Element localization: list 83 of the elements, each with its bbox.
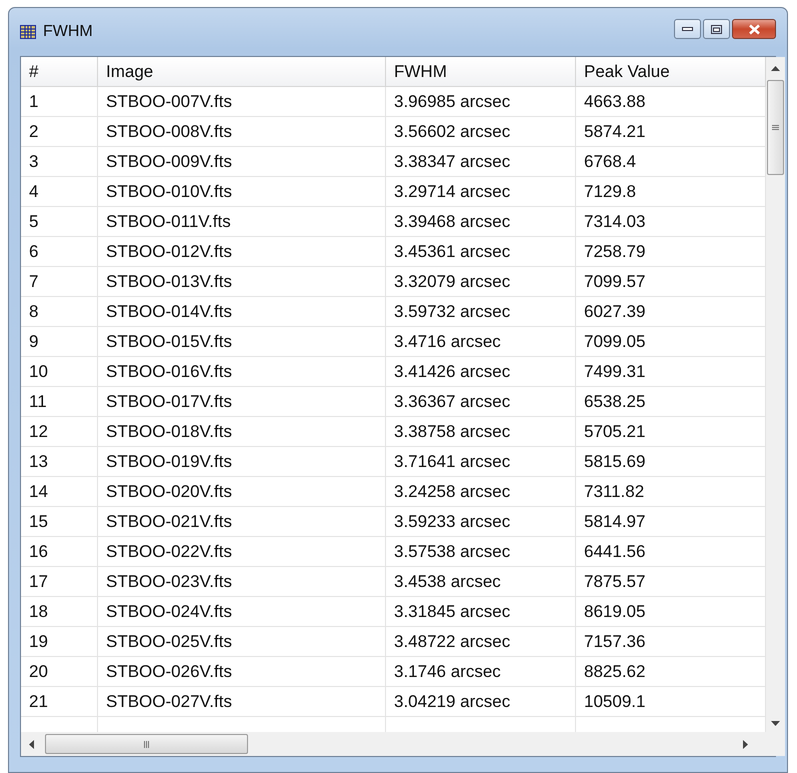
table-cell: STBOO-012V.fts [98,237,386,267]
scroll-down-icon[interactable] [771,721,780,726]
table-cell: 3.4716 arcsec [386,327,576,357]
table-cell: 16 [21,537,98,567]
table-cell: 3.39468 arcsec [386,207,576,237]
table-cell: 7 [21,267,98,297]
table-cell: 4 [21,177,98,207]
table-cell: 6 [21,237,98,267]
table-cell: STBOO-020V.fts [98,477,386,507]
table-cell: 9 [21,327,98,357]
table-cell: STBOO-027V.fts [98,687,386,717]
scroll-left-icon[interactable] [29,740,34,748]
table-cell: STBOO-017V.fts [98,387,386,417]
table-cell: 1 [21,87,98,117]
table-cell: 3.96985 arcsec [386,87,576,117]
table-cell: STBOO-019V.fts [98,447,386,477]
maximize-icon [711,24,722,34]
table-cell: 3.32079 arcsec [386,267,576,297]
table-cell: 11 [21,387,98,417]
column-header[interactable]: Image [98,57,386,87]
column-header[interactable]: # [21,57,98,87]
column-header[interactable]: Peak Value [576,57,766,87]
close-icon [748,24,760,34]
table-cell: 3.1746 arcsec [386,657,576,687]
scroll-thumb[interactable] [767,80,784,175]
table-cell: 2 [21,117,98,147]
table-cell: 14 [21,477,98,507]
table-cell: 19 [21,627,98,657]
table-cell: 5 [21,207,98,237]
table-cell: STBOO-013V.fts [98,267,386,297]
table-cell: 8 [21,297,98,327]
table-cell: 3.48722 arcsec [386,627,576,657]
table-icon [20,25,36,39]
close-button[interactable] [732,19,776,39]
grip-icon [143,740,150,748]
table-cell: 18 [21,597,98,627]
table-cell: STBOO-018V.fts [98,417,386,447]
table-cell: 3.38347 arcsec [386,147,576,177]
minimize-button[interactable] [674,19,701,39]
table-cell: 17 [21,567,98,597]
table-cell: STBOO-007V.fts [98,87,386,117]
table-cell: 3.04219 arcsec [386,687,576,717]
table-cell: 15 [21,507,98,537]
table-cell: 3.24258 arcsec [386,477,576,507]
table-cell: 3.59732 arcsec [386,297,576,327]
table-cell: STBOO-009V.fts [98,147,386,177]
table-cell: 13 [21,447,98,477]
table-cell: STBOO-022V.fts [98,537,386,567]
table-cell: STBOO-015V.fts [98,327,386,357]
table-cell: STBOO-008V.fts [98,117,386,147]
table-cell: STBOO-010V.fts [98,177,386,207]
table-cell: 3.36367 arcsec [386,387,576,417]
table-cell: 20 [21,657,98,687]
scroll-thumb[interactable] [45,734,248,754]
table-cell: 10 [21,357,98,387]
table-cell: 3.59233 arcsec [386,507,576,537]
grip-icon [772,124,779,131]
table-cell: 3.71641 arcsec [386,447,576,477]
table-cell: 21 [21,687,98,717]
table-cell: STBOO-023V.fts [98,567,386,597]
scroll-up-icon[interactable] [771,66,780,71]
table-cell: STBOO-016V.fts [98,357,386,387]
table-cell: STBOO-014V.fts [98,297,386,327]
table-cell: 3.45361 arcsec [386,237,576,267]
table-cell: STBOO-021V.fts [98,507,386,537]
maximize-button[interactable] [703,19,730,39]
table-cell: STBOO-011V.fts [98,207,386,237]
table-cell: 3.56602 arcsec [386,117,576,147]
table-cell: 3.29714 arcsec [386,177,576,207]
table-cell: 3 [21,147,98,177]
table-cell: 3.57538 arcsec [386,537,576,567]
table-cell: 3.41426 arcsec [386,357,576,387]
table-cell: 3.38758 arcsec [386,417,576,447]
table-cell: 3.4538 arcsec [386,567,576,597]
table-cell: 3.31845 arcsec [386,597,576,627]
window-title: FWHM [43,23,94,41]
column-header[interactable]: FWHM [386,57,576,87]
table-cell: STBOO-026V.fts [98,657,386,687]
minimize-icon [682,27,693,31]
table-cell: STBOO-025V.fts [98,627,386,657]
table-cell: STBOO-024V.fts [98,597,386,627]
scroll-right-icon[interactable] [743,740,748,748]
table-cell: 12 [21,417,98,447]
